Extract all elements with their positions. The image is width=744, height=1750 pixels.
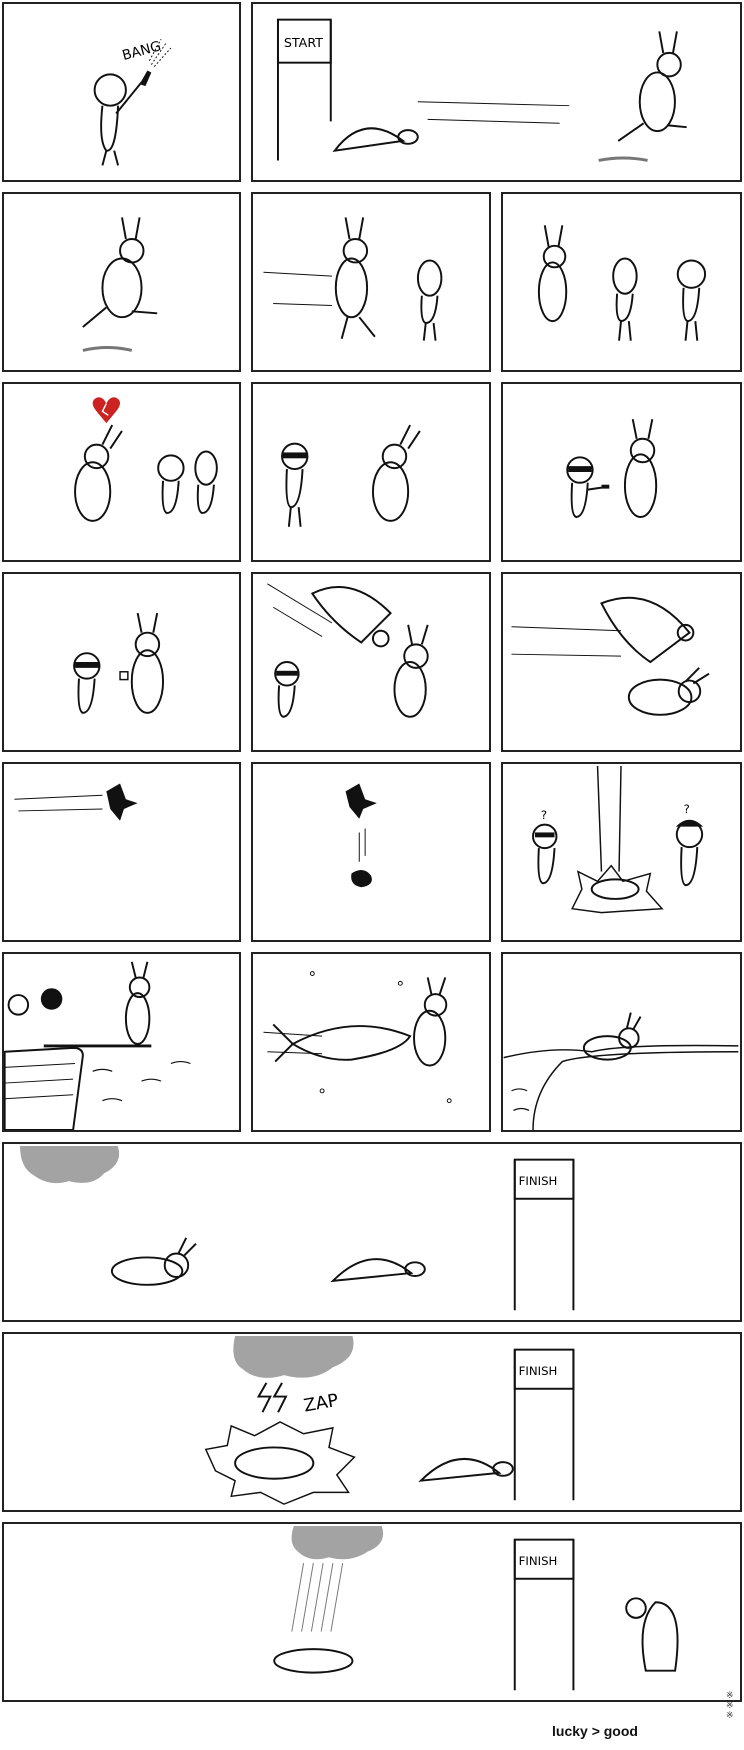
pirate-hat <box>675 819 704 827</box>
tortoise-shell <box>330 1258 414 1283</box>
panel-10-eagle-swoops <box>251 572 491 752</box>
finish-sign-label-3: FINISH <box>519 1554 558 1568</box>
thief-approaches-scene <box>281 424 421 527</box>
pistol-icon <box>139 70 152 87</box>
girl-head <box>416 259 443 297</box>
panel-7-thief-approaches <box>251 382 491 562</box>
question-mark-right: ? <box>684 802 690 816</box>
panel-4-hare-stops <box>251 192 491 372</box>
gun-icon <box>601 484 610 489</box>
hare-running-scene <box>82 217 158 352</box>
panel-18-hare-sleeping: FINISH <box>2 1142 742 1322</box>
beach-scene <box>503 1012 739 1130</box>
panel-9-handover <box>2 572 241 752</box>
eagle-silhouette <box>106 783 138 821</box>
lightning-icon <box>256 1382 288 1413</box>
standing-tortoise <box>641 1601 679 1672</box>
shark-icon <box>290 1025 412 1061</box>
panel-3-hare-running <box>2 192 241 372</box>
starter-head <box>93 73 127 107</box>
three-figures-scene <box>537 225 707 341</box>
rain <box>291 1563 344 1632</box>
tortoise-shell <box>332 127 406 152</box>
finish-sign-label-2: FINISH <box>519 1364 558 1378</box>
impact-crater <box>571 864 664 914</box>
race-start-scene: START <box>276 18 687 162</box>
ship-hull <box>4 1046 84 1130</box>
question-mark-left: ? <box>541 808 547 822</box>
hare-dropped-scene <box>345 783 377 888</box>
panel-12-eagle-silhouette <box>2 762 241 942</box>
shark-scene <box>263 971 452 1104</box>
bang-sound: BANG <box>120 38 162 64</box>
plank-scene <box>4 961 191 1130</box>
broken-heart-icon <box>92 397 121 424</box>
electric-burst <box>204 1421 356 1505</box>
panel-15-walk-the-plank <box>2 952 241 1132</box>
starter-scene: BANG <box>93 38 172 166</box>
storm-cloud-icon <box>233 1335 354 1378</box>
panel-6-heartbroken <box>2 382 241 562</box>
panel-8-gunpoint <box>501 382 742 562</box>
hare-body <box>638 71 676 133</box>
wallet-icon <box>119 671 129 681</box>
panel-13-hare-dropped <box>251 762 491 942</box>
heartbroken-scene <box>74 397 218 522</box>
panel-20-tortoise-wins: FINISH <box>2 1522 742 1702</box>
hare-head <box>656 51 682 78</box>
eagle-silhouette-scene <box>14 783 138 821</box>
starter-arm <box>115 81 143 115</box>
artist-signature: ※ ※ ※ <box>726 1690 734 1720</box>
eagle-carries-scene <box>511 596 710 716</box>
crater-scene: ? ? <box>532 765 704 914</box>
panel-1-starter-pistol: BANG <box>2 2 241 182</box>
finish-sign-label: FINISH <box>519 1174 558 1188</box>
tortoise-head <box>397 129 419 145</box>
eagle-swoops-scene <box>267 583 429 718</box>
panel-16-shark <box>251 952 491 1132</box>
tortoise-wins-scene: FINISH <box>273 1525 679 1691</box>
panel-11-eagle-carries-hare <box>501 572 742 752</box>
panel-14-crater: ? ? <box>501 762 742 942</box>
panel-19-zap: ZAP FINISH <box>2 1332 742 1512</box>
zap-scene: ZAP FINISH <box>204 1335 575 1505</box>
starter-body <box>100 105 120 152</box>
cloud-icon <box>20 1145 120 1184</box>
sleeping-scene: FINISH <box>20 1145 575 1311</box>
eagle-icon <box>310 586 392 644</box>
comic-caption: lucky > good <box>552 1723 638 1739</box>
panel-17-beach <box>501 952 742 1132</box>
gunpoint-scene <box>566 419 658 518</box>
rain-cloud-icon <box>291 1525 384 1560</box>
handover-scene <box>73 612 165 714</box>
start-sign-label: START <box>284 35 323 50</box>
panel-5-three-figures <box>501 192 742 372</box>
zap-sound: ZAP <box>302 1391 340 1417</box>
thief-mask <box>283 452 307 459</box>
panel-2-race-start: START <box>251 2 742 182</box>
hare-stops-scene <box>263 217 443 341</box>
falling-hare-silhouette <box>351 870 372 888</box>
